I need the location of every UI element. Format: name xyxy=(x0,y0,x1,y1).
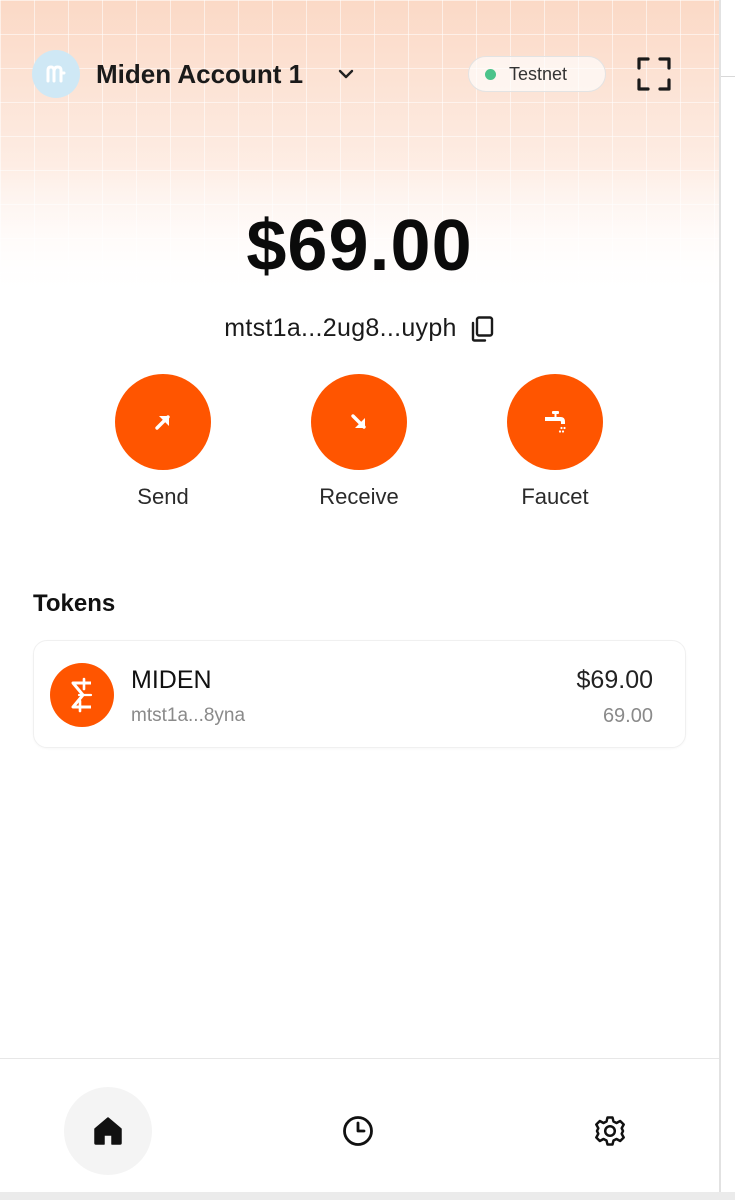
wallet-address: mtst1a...2ug8...uyph xyxy=(224,314,457,342)
sigma-icon xyxy=(71,677,93,713)
copy-icon[interactable] xyxy=(469,315,495,343)
token-amount: 69.00 xyxy=(602,705,653,727)
tokens-heading: Tokens xyxy=(33,590,116,617)
send-label: Send xyxy=(137,484,189,509)
account-name[interactable]: Miden Account 1 xyxy=(96,56,303,92)
miden-logo-icon xyxy=(46,65,66,83)
faucet-button[interactable]: Faucet xyxy=(500,374,610,510)
arrow-down-right-icon xyxy=(351,414,366,429)
token-fiat-value: $69.00 xyxy=(576,666,653,694)
network-badge[interactable]: Testnet xyxy=(468,56,606,92)
wallet-panel: Miden Account 1 Testnet $69.00 mtst1a...… xyxy=(0,0,719,1200)
address-row: mtst1a...2ug8...uyph xyxy=(0,314,719,343)
clock-icon xyxy=(343,1116,373,1146)
nav-home[interactable] xyxy=(64,1087,152,1175)
gear-icon xyxy=(595,1116,625,1146)
total-balance: $69.00 xyxy=(246,206,473,286)
receive-button[interactable]: Receive xyxy=(304,374,414,510)
nav-settings[interactable] xyxy=(582,1103,638,1159)
token-row-miden[interactable]: MIDEN mtst1a...8yna $69.00 69.00 xyxy=(33,640,686,748)
receive-label: Receive xyxy=(319,484,399,509)
nav-history[interactable] xyxy=(330,1103,386,1159)
miden-token-icon xyxy=(50,663,114,727)
send-button[interactable]: Send xyxy=(108,374,218,510)
window-edge xyxy=(719,0,735,1200)
faucet-icon xyxy=(545,411,566,433)
arrow-up-right-icon xyxy=(155,415,170,430)
token-name: MIDEN xyxy=(131,666,212,694)
account-avatar[interactable] xyxy=(32,50,80,98)
send-button-circle[interactable] xyxy=(115,374,211,470)
chevron-down-icon[interactable] xyxy=(336,64,356,84)
home-icon xyxy=(94,1117,122,1145)
window-bottom-edge xyxy=(0,1192,735,1200)
fullscreen-icon[interactable] xyxy=(634,54,674,94)
token-address: mtst1a...8yna xyxy=(131,705,246,726)
receive-button-circle[interactable] xyxy=(311,374,407,470)
bottom-navigation xyxy=(0,1058,719,1200)
faucet-label: Faucet xyxy=(521,484,589,509)
network-label: Testnet xyxy=(509,63,568,84)
network-status-dot xyxy=(485,68,496,80)
faucet-button-circle[interactable] xyxy=(507,374,603,470)
